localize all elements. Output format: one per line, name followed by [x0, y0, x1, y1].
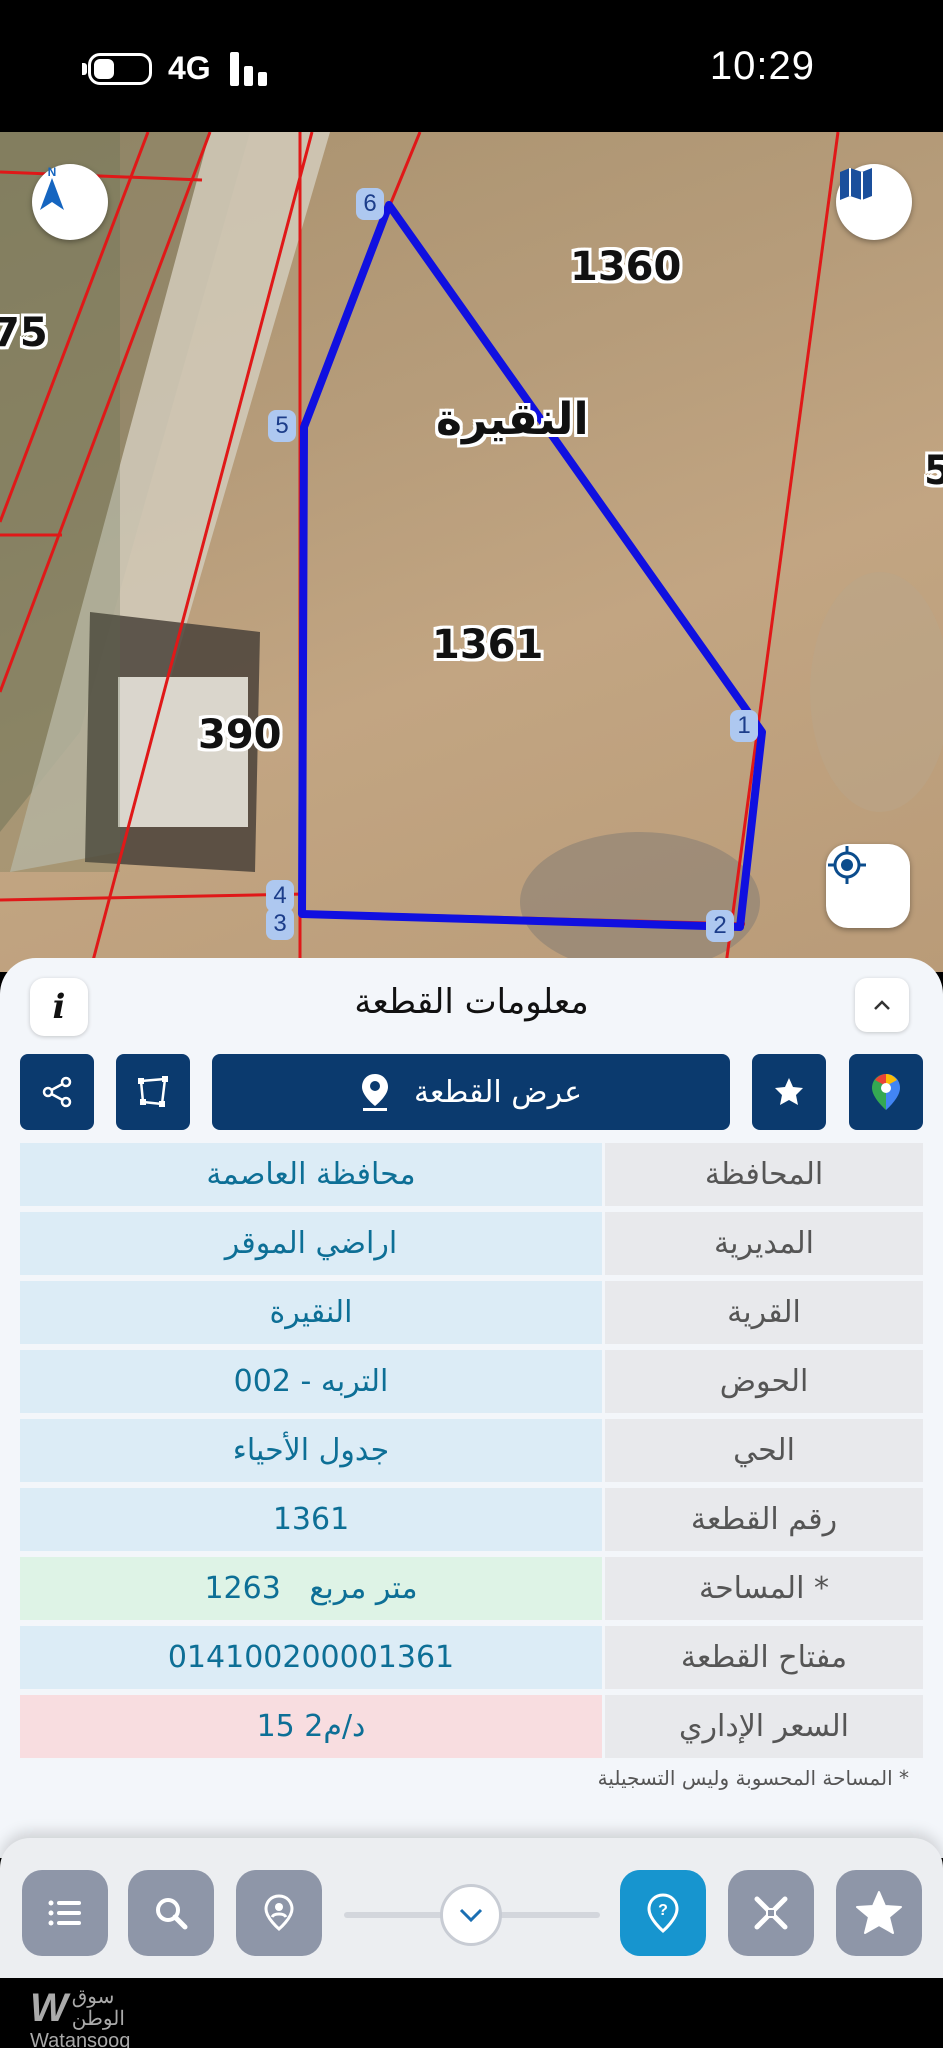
list-button[interactable]: [22, 1870, 108, 1956]
share-button[interactable]: [20, 1054, 94, 1130]
row-value: النقيرة: [20, 1281, 602, 1344]
sheet-toggle-knob[interactable]: [440, 1884, 502, 1946]
favorites-button[interactable]: [836, 1870, 922, 1956]
map-canvas: [0, 132, 943, 972]
chevron-down-icon: [459, 1908, 483, 1923]
parcel-label-75: 75: [0, 310, 48, 356]
star-icon: [856, 1891, 902, 1934]
bottom-toolbar: ?: [0, 1838, 943, 1978]
row-value: 15 د/م2: [20, 1695, 602, 1758]
location-marker-icon: [264, 1894, 294, 1931]
tools-button[interactable]: [728, 1870, 814, 1956]
list-icon: [48, 1900, 81, 1926]
parcel-label-1360: 1360: [570, 244, 682, 290]
parcel-label-5: 5: [924, 448, 943, 494]
google-maps-button[interactable]: [849, 1054, 923, 1130]
place-marker-button[interactable]: [236, 1870, 322, 1956]
locate-me-button[interactable]: [826, 844, 910, 928]
row-value: 014100200001361: [20, 1626, 602, 1689]
watermark-bar: W سوق الوطن Watansooq: [0, 1978, 943, 2048]
vertex-label: 1: [730, 710, 758, 742]
status-bar: 4G 10:29: [0, 0, 943, 132]
map-icon: [840, 168, 872, 200]
tools-icon: [754, 1896, 788, 1930]
table-row: 15 د/م2 السعر الإداري: [20, 1695, 923, 1758]
parcel-info-button[interactable]: ?: [620, 1870, 706, 1956]
chevron-up-icon: [874, 1000, 890, 1010]
battery-icon: [88, 53, 152, 85]
row-label: رقم القطعة: [605, 1488, 923, 1551]
row-label: مفتاح القطعة: [605, 1626, 923, 1689]
network-type: 4G: [168, 50, 211, 86]
row-label: القرية: [605, 1281, 923, 1344]
location-pin-icon: [361, 1074, 388, 1111]
table-row: محافظة العاصمة المحافظة: [20, 1143, 923, 1206]
table-row: التربه - 002 الحوض: [20, 1350, 923, 1413]
row-label: الحوض: [605, 1350, 923, 1413]
row-label: السعر الإداري: [605, 1695, 923, 1758]
parcel-info-sheet: i معلومات القطعة عرض القطعة محافظة العاص…: [0, 958, 943, 1858]
row-label: المساحة *: [605, 1557, 923, 1620]
table-row: اراضي الموقر المديرية: [20, 1212, 923, 1275]
row-value: 1361: [20, 1488, 602, 1551]
map-view[interactable]: 1360 1361 390 75 5 النقيرة 1 2 3 4 5 6 N: [0, 132, 943, 972]
signal-icon: [230, 52, 280, 86]
row-value: التربه - 002: [20, 1350, 602, 1413]
table-row: النقيرة القرية: [20, 1281, 923, 1344]
layers-button[interactable]: [836, 164, 912, 240]
vertex-label: 6: [356, 188, 384, 220]
star-icon: [775, 1078, 803, 1105]
north-arrow-icon: N: [40, 165, 64, 210]
collapse-button[interactable]: [855, 978, 909, 1032]
show-parcel-label: عرض القطعة: [413, 1074, 583, 1110]
svg-text:N: N: [48, 165, 57, 179]
favorite-button[interactable]: [752, 1054, 826, 1130]
selected-parcel-outline[interactable]: [298, 201, 766, 931]
area-footnote: * المساحة المحسوبة وليس التسجيلية: [597, 1766, 909, 1790]
parcel-label-390: 390: [198, 712, 282, 758]
table-row: جدول الأحياء الحي: [20, 1419, 923, 1482]
share-icon: [42, 1076, 72, 1108]
polygon-icon: [138, 1076, 168, 1107]
crosshair-icon: [828, 846, 866, 884]
vertex-label: 5: [268, 410, 296, 442]
clock: 10:29: [709, 44, 815, 88]
table-row: 014100200001361 مفتاح القطعة: [20, 1626, 923, 1689]
vertex-label: 2: [706, 910, 734, 942]
sheet-title: معلومات القطعة: [354, 982, 589, 1022]
row-label: الحي: [605, 1419, 923, 1482]
vertex-label: 3: [266, 908, 294, 940]
search-button[interactable]: [128, 1870, 214, 1956]
row-value: 1263 متر مربع: [20, 1557, 602, 1620]
parcel-info-table: محافظة العاصمة المحافظة اراضي الموقر الم…: [20, 1143, 923, 1764]
row-value: محافظة العاصمة: [20, 1143, 602, 1206]
row-value: جدول الأحياء: [20, 1419, 602, 1482]
area-name-label: النقيرة: [436, 394, 589, 445]
measure-polygon-button[interactable]: [116, 1054, 190, 1130]
compass-button[interactable]: N: [32, 164, 108, 240]
parcel-label-1361: 1361: [432, 622, 544, 668]
row-label: المديرية: [605, 1212, 923, 1275]
row-value: اراضي الموقر: [20, 1212, 602, 1275]
vertex-label: 4: [266, 880, 294, 912]
search-icon: [156, 1898, 188, 1930]
svg-text:?: ?: [658, 1902, 668, 1919]
row-label: المحافظة: [605, 1143, 923, 1206]
google-maps-icon: [872, 1074, 900, 1110]
table-row: 1263 متر مربع المساحة *: [20, 1557, 923, 1620]
location-question-icon: ?: [647, 1893, 679, 1933]
table-row: 1361 رقم القطعة: [20, 1488, 923, 1551]
show-parcel-button[interactable]: عرض القطعة: [212, 1054, 730, 1130]
watermark-logo: W سوق الوطن Watansooq: [30, 1986, 131, 2048]
